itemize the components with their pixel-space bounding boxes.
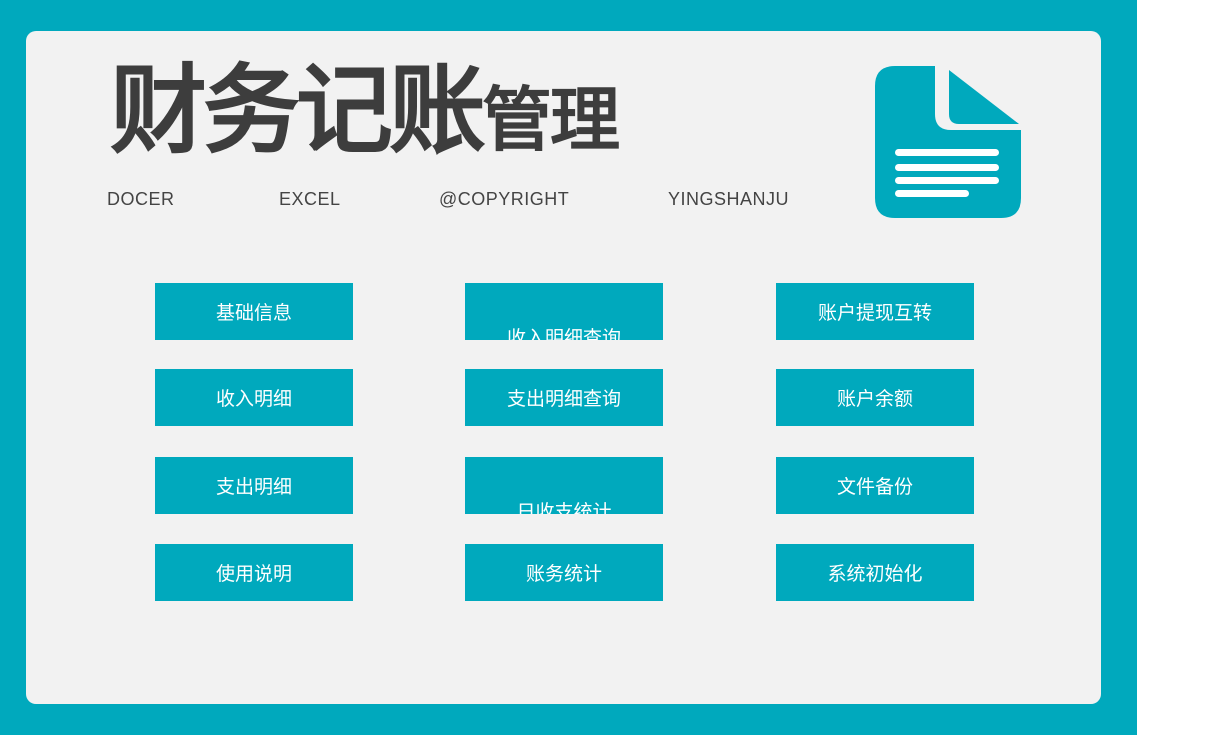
subtitle-yingshanju: YINGSHANJU: [668, 189, 790, 209]
document-icon: [875, 66, 1021, 218]
income-query-button[interactable]: 收入明细查询: [465, 283, 663, 340]
subtitle-docer: DOCER: [107, 189, 175, 209]
expense-detail-button[interactable]: 支出明细: [155, 457, 353, 514]
instructions-button[interactable]: 使用说明: [155, 544, 353, 601]
title-suffix: 管理: [482, 79, 620, 161]
account-balance-button[interactable]: 账户余额: [776, 369, 974, 426]
page-title: 财务记账管理: [110, 62, 620, 161]
system-init-button[interactable]: 系统初始化: [776, 544, 974, 601]
daily-stats-button[interactable]: 日收支统计: [465, 457, 663, 514]
subtitle-copyright: @COPYRIGHT: [439, 189, 570, 209]
basic-info-button[interactable]: 基础信息: [155, 283, 353, 340]
file-backup-button[interactable]: 文件备份: [776, 457, 974, 514]
expense-query-button[interactable]: 支出明细查询: [465, 369, 663, 426]
title-main: 财务记账: [110, 54, 486, 167]
income-detail-button[interactable]: 收入明细: [155, 369, 353, 426]
account-transfer-button[interactable]: 账户提现互转: [776, 283, 974, 340]
finance-stats-button[interactable]: 账务统计: [465, 544, 663, 601]
subtitle-excel: EXCEL: [279, 189, 341, 209]
